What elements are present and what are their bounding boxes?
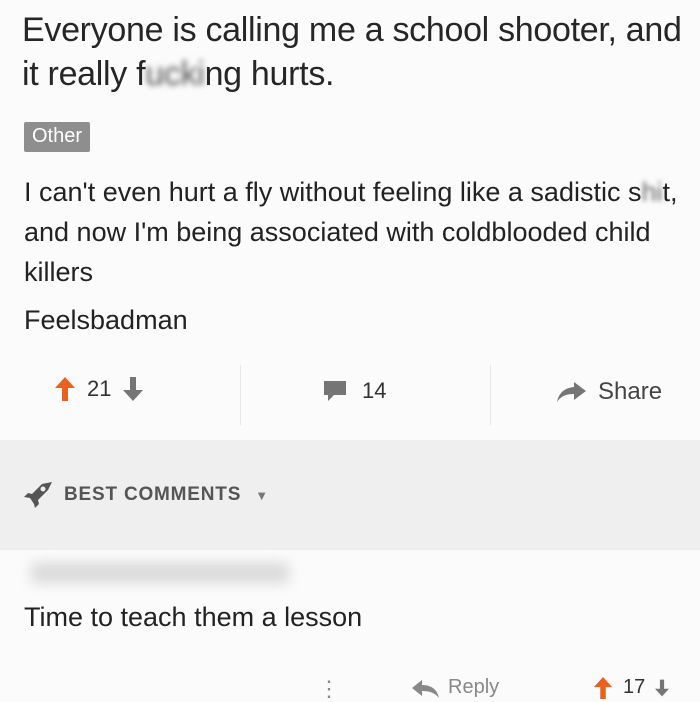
post-body: I can't even hurt a fly without feeling …	[24, 172, 684, 292]
comment-downvote-icon[interactable]	[655, 678, 670, 698]
blurred-username	[30, 562, 290, 584]
chevron-down-icon: ▼	[255, 488, 269, 503]
comment-icon	[324, 381, 346, 401]
comments-button[interactable]: 14	[322, 378, 386, 404]
upvote-count: 21	[87, 376, 112, 401]
post-title-text: Everyone is calling me a school shooter,…	[22, 11, 682, 93]
reply-arrow-icon	[412, 679, 439, 698]
downvote-arrow-icon[interactable]	[123, 377, 144, 401]
comment-upvote-icon[interactable]	[593, 676, 613, 699]
more-options-icon[interactable]: ⋮	[318, 676, 340, 702]
best-comments-dropdown[interactable]: BEST COMMENTS ▼	[64, 484, 269, 506]
comment-text: Time to teach them a lesson	[24, 602, 363, 632]
vote-controls: 21	[55, 376, 144, 402]
upvote-arrow-icon[interactable]	[55, 377, 75, 401]
post-title: Everyone is calling me a school shooter,…	[22, 8, 692, 96]
censored-word: hi	[641, 177, 663, 207]
share-button[interactable]: Share	[556, 378, 662, 406]
rocket-icon	[22, 480, 56, 515]
reply-label: Reply	[448, 676, 500, 698]
reply-button[interactable]: Reply	[412, 676, 499, 699]
censored-word: ucki	[145, 55, 205, 93]
action-divider	[490, 365, 491, 425]
post-signature: Feelsbadman	[24, 305, 188, 335]
share-label: Share	[598, 378, 663, 405]
post-title-text-end: ng hurts.	[204, 55, 335, 93]
category-tag[interactable]: Other	[24, 122, 91, 152]
comment-vote-controls: 17	[593, 676, 670, 699]
share-arrow-icon	[557, 382, 586, 402]
comment-vote-count: 17	[623, 676, 646, 698]
action-divider	[240, 365, 241, 425]
post-body-text: I can't even hurt a fly without feeling …	[24, 177, 642, 207]
best-comments-label: BEST COMMENTS	[64, 484, 242, 505]
comment-count: 14	[362, 378, 387, 403]
